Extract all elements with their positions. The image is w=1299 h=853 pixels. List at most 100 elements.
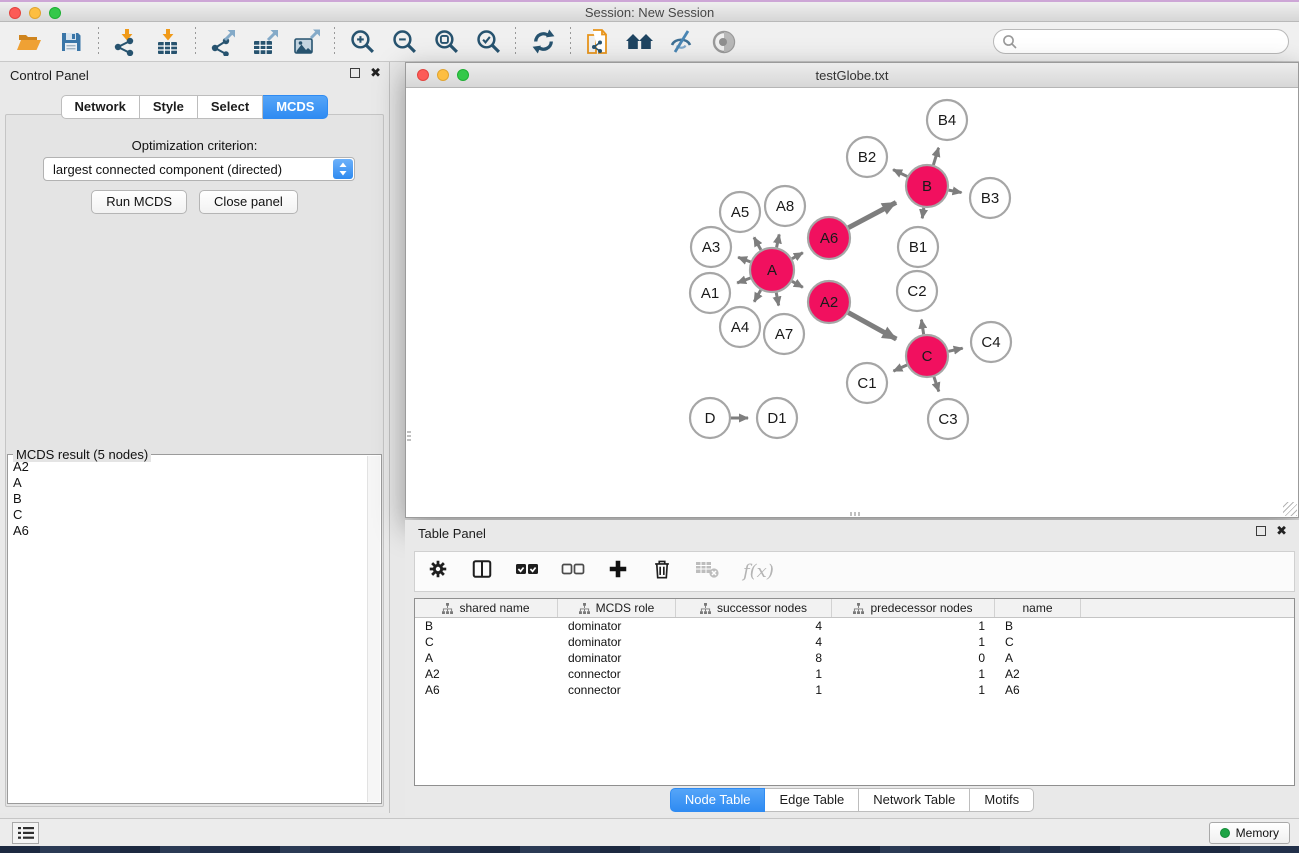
mcds-result-item[interactable]: B xyxy=(13,491,365,507)
table-cell[interactable]: B xyxy=(995,618,1081,634)
close-panel-button[interactable]: Close panel xyxy=(199,190,298,214)
export-image-button[interactable] xyxy=(286,25,328,59)
memory-button[interactable]: Memory xyxy=(1209,822,1290,844)
edge-B-B1[interactable] xyxy=(922,208,924,219)
close-table-panel-icon[interactable]: ✖ xyxy=(1276,526,1287,536)
first-neighbors-button[interactable] xyxy=(619,25,661,59)
refresh-button[interactable] xyxy=(522,25,564,59)
export-table-button[interactable] xyxy=(244,25,286,59)
add-row-button[interactable] xyxy=(607,558,629,585)
import-network-button[interactable] xyxy=(105,25,147,59)
table-row[interactable]: Bdominator41B xyxy=(415,618,1294,634)
new-network-from-selection-button[interactable] xyxy=(577,25,619,59)
table-cell[interactable]: A xyxy=(415,650,558,666)
table-cell[interactable]: C xyxy=(995,634,1081,650)
table-settings-button[interactable] xyxy=(427,558,449,585)
zoom-out-button[interactable] xyxy=(383,25,425,59)
edge-A2-C[interactable] xyxy=(848,313,896,339)
table-cell[interactable]: A6 xyxy=(995,682,1081,698)
table-cell[interactable]: A2 xyxy=(415,666,558,682)
run-mcds-button[interactable]: Run MCDS xyxy=(91,190,187,214)
column-header-MCDS-role[interactable]: MCDS role xyxy=(558,599,676,617)
table-cell[interactable]: dominator xyxy=(558,634,676,650)
tab-select[interactable]: Select xyxy=(198,95,263,119)
zoom-in-button[interactable] xyxy=(341,25,383,59)
resize-grip-icon[interactable] xyxy=(1283,502,1297,516)
edge-A-A8[interactable] xyxy=(777,234,780,247)
edge-A-A7[interactable] xyxy=(776,293,778,306)
edge-C-C3[interactable] xyxy=(934,377,939,392)
show-graphics-details-button[interactable] xyxy=(703,25,745,59)
edge-C-C2[interactable] xyxy=(921,320,923,335)
network-window-titlebar[interactable]: testGlobe.txt xyxy=(406,63,1298,88)
tab-network-table[interactable]: Network Table xyxy=(859,788,970,812)
column-header-successor-nodes[interactable]: successor nodes xyxy=(676,599,832,617)
column-header-predecessor-nodes[interactable]: predecessor nodes xyxy=(832,599,995,617)
table-cell[interactable]: 4 xyxy=(676,634,832,650)
function-builder-button[interactable]: f(x) xyxy=(743,561,774,582)
delete-row-button[interactable] xyxy=(651,558,673,585)
edge-B-B4[interactable] xyxy=(933,148,938,165)
zoom-selected-button[interactable] xyxy=(467,25,509,59)
table-cell[interactable]: dominator xyxy=(558,618,676,634)
task-history-button[interactable] xyxy=(12,822,39,844)
edge-B-B2[interactable] xyxy=(893,170,907,177)
mcds-result-item[interactable]: C xyxy=(13,507,365,523)
table-cell[interactable]: B xyxy=(415,618,558,634)
float-panel-icon[interactable] xyxy=(350,68,360,78)
edge-A-A3[interactable] xyxy=(738,257,750,262)
edge-C-C4[interactable] xyxy=(948,348,962,351)
hide-selected-button[interactable] xyxy=(661,25,703,59)
tab-edge-table[interactable]: Edge Table xyxy=(765,788,859,812)
table-cell[interactable]: dominator xyxy=(558,650,676,666)
table-cell[interactable]: 1 xyxy=(676,666,832,682)
table-cell[interactable]: 8 xyxy=(676,650,832,666)
table-cell[interactable]: 1 xyxy=(832,618,995,634)
search-input[interactable] xyxy=(1024,31,1279,52)
table-row[interactable]: Adominator80A xyxy=(415,650,1294,666)
select-all-button[interactable] xyxy=(515,560,539,583)
edge-B-B3[interactable] xyxy=(949,190,962,192)
criterion-select[interactable]: largest connected component (directed) xyxy=(43,157,355,181)
edge-A-A2[interactable] xyxy=(792,281,803,287)
tab-mcds[interactable]: MCDS xyxy=(263,95,328,119)
table-cell[interactable]: 4 xyxy=(676,618,832,634)
edge-A6-B[interactable] xyxy=(848,202,896,227)
float-table-panel-icon[interactable] xyxy=(1256,526,1266,536)
show-columns-button[interactable] xyxy=(471,558,493,585)
table-cell[interactable]: 1 xyxy=(832,666,995,682)
table-cell[interactable]: 1 xyxy=(676,682,832,698)
table-row[interactable]: Cdominator41C xyxy=(415,634,1294,650)
close-panel-icon[interactable]: ✖ xyxy=(370,68,381,78)
table-cell[interactable]: 0 xyxy=(832,650,995,666)
tab-node-table[interactable]: Node Table xyxy=(670,788,766,812)
edge-A-A6[interactable] xyxy=(792,253,803,259)
edge-A-A4[interactable] xyxy=(754,290,761,302)
table-cell[interactable]: 1 xyxy=(832,634,995,650)
column-header-shared-name[interactable]: shared name xyxy=(415,599,558,617)
tab-style[interactable]: Style xyxy=(140,95,198,119)
edge-A-A5[interactable] xyxy=(754,237,761,249)
table-cell[interactable]: A2 xyxy=(995,666,1081,682)
edge-A-A1[interactable] xyxy=(737,278,750,283)
table-cell[interactable]: A xyxy=(995,650,1081,666)
mcds-result-item[interactable]: A2 xyxy=(13,459,365,475)
delete-table-button[interactable] xyxy=(695,559,721,584)
column-header-name[interactable]: name xyxy=(995,599,1081,617)
table-cell[interactable]: A6 xyxy=(415,682,558,698)
deselect-all-button[interactable] xyxy=(561,560,585,583)
edge-C-C1[interactable] xyxy=(893,365,906,371)
table-cell[interactable]: connector xyxy=(558,666,676,682)
tab-motifs[interactable]: Motifs xyxy=(970,788,1034,812)
network-canvas[interactable]: B4B2BB3A5A8A6A3B1AA1C2A2A4A7C4CC1DD1C3 xyxy=(406,88,1298,517)
table-cell[interactable]: C xyxy=(415,634,558,650)
open-file-button[interactable] xyxy=(8,25,50,59)
table-cell[interactable]: 1 xyxy=(832,682,995,698)
table-cell[interactable]: connector xyxy=(558,682,676,698)
mcds-result-item[interactable]: A6 xyxy=(13,523,365,539)
export-network-button[interactable] xyxy=(202,25,244,59)
table-row[interactable]: A2connector11A2 xyxy=(415,666,1294,682)
result-scrollbar[interactable] xyxy=(367,456,380,802)
import-table-button[interactable] xyxy=(147,25,189,59)
tab-network[interactable]: Network xyxy=(61,95,140,119)
